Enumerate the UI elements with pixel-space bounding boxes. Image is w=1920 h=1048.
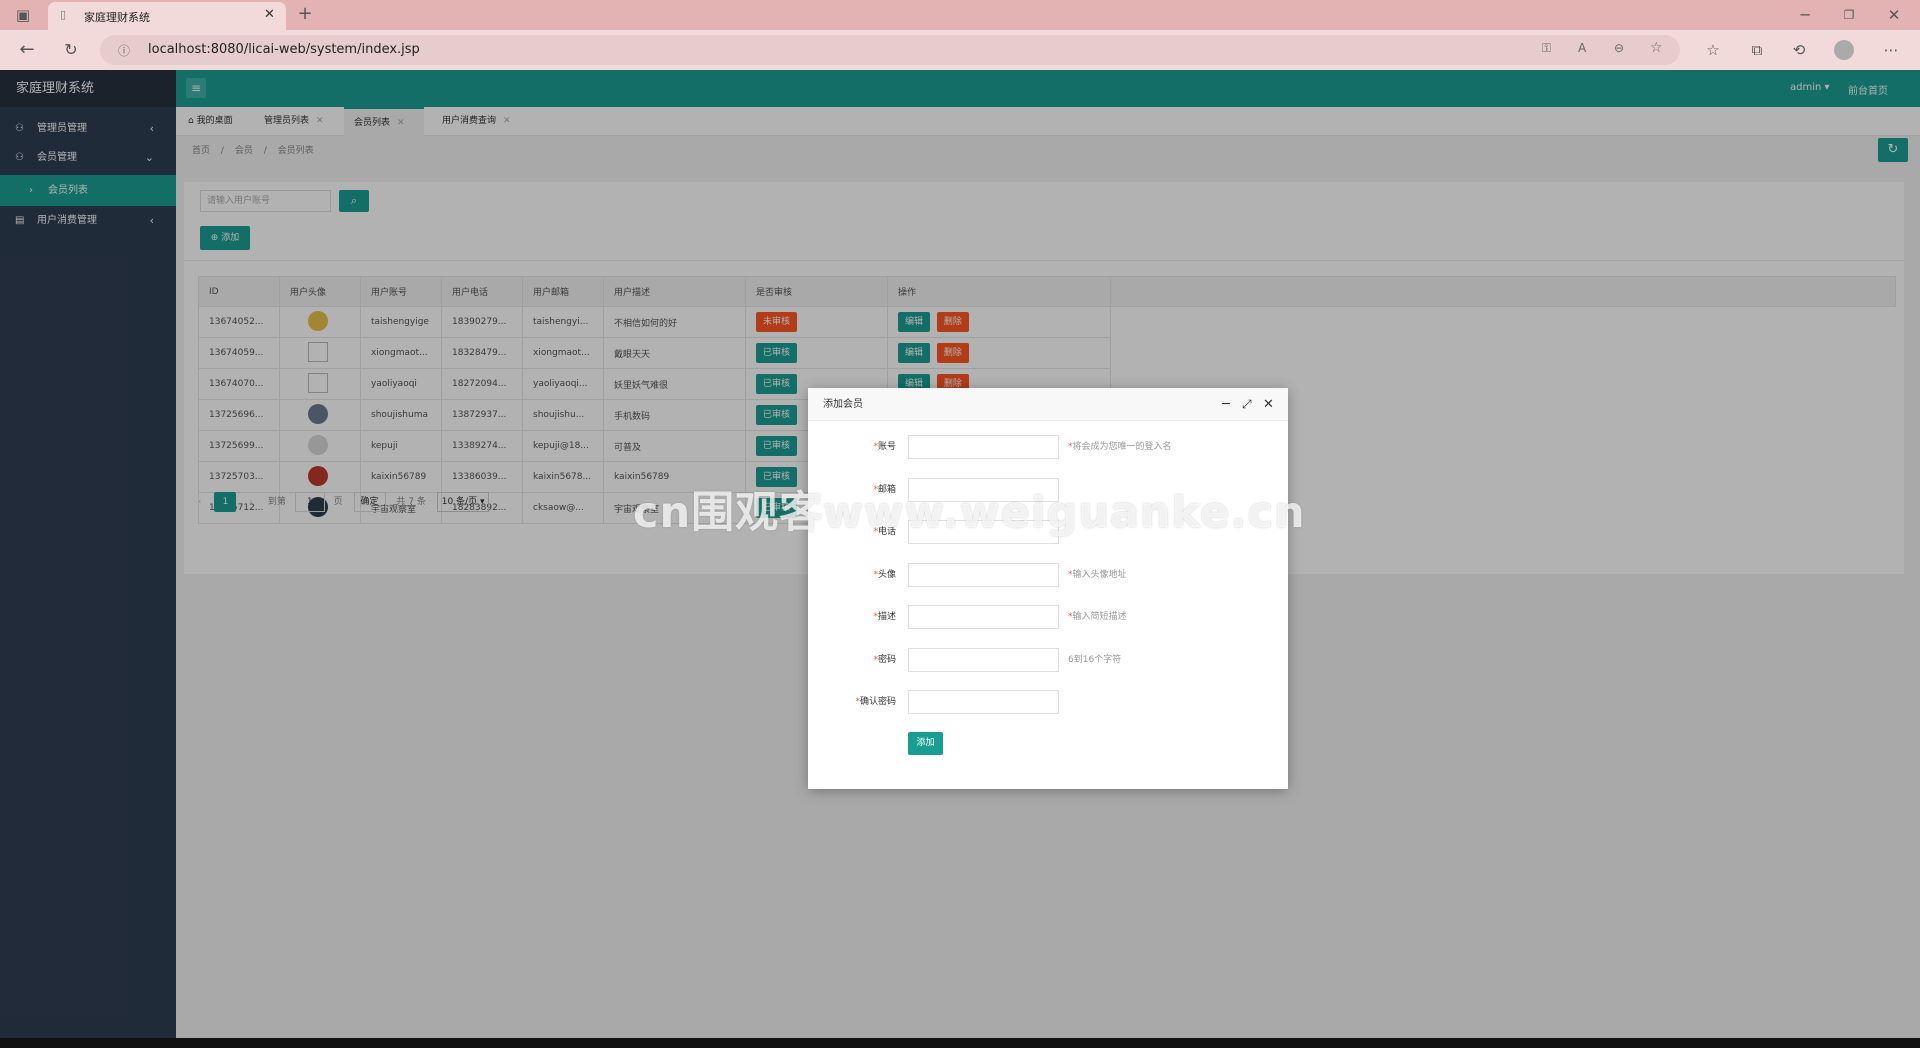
new-tab-icon[interactable]: + xyxy=(294,4,316,24)
field-hint: *将会成为您唯一的登入名 xyxy=(1068,435,1172,459)
field-hint: 6到16个字符 xyxy=(1068,648,1121,672)
field-label: *描述 xyxy=(873,605,896,629)
window-close-icon[interactable]: ✕ xyxy=(1883,5,1905,25)
field-hint-text: 将会成为您唯一的登入名 xyxy=(1072,442,1172,452)
back-icon[interactable]: ← xyxy=(16,40,38,60)
minimize-icon[interactable]: ─ xyxy=(1794,5,1816,25)
field-label-text: 确认密码 xyxy=(859,697,896,707)
favorites-icon[interactable]: ☆ xyxy=(1702,40,1724,60)
close-dialog-icon[interactable]: ✕ xyxy=(1263,398,1274,411)
refresh-icon[interactable]: ↻ xyxy=(60,40,82,60)
form-row: *账号 *将会成为您唯一的登入名 xyxy=(808,435,1288,459)
form-row: *密码 6到16个字符 xyxy=(808,647,1288,672)
field-label: *密码 xyxy=(873,648,896,672)
info-icon: ⓘ xyxy=(118,44,131,58)
field-label: *确认密码 xyxy=(855,690,896,714)
taskbar xyxy=(0,1038,1920,1048)
dialog-header: 添加会员 ─ ⤢ ✕ xyxy=(808,388,1288,421)
read-aloud-icon[interactable]: A xyxy=(1578,41,1586,55)
collections-icon[interactable]: ⧉ xyxy=(1746,40,1768,60)
zoom-out-icon[interactable]: ⊖ xyxy=(1614,41,1624,55)
more-icon[interactable]: ⋯ xyxy=(1880,40,1902,60)
field-label-text: 密码 xyxy=(877,654,896,665)
field-input[interactable] xyxy=(908,562,1059,587)
url-field[interactable]: ⓘ localhost:8080/licai-web/system/index.… xyxy=(100,35,1680,65)
form-row: *头像 *输入头像地址 xyxy=(808,562,1288,587)
history-icon[interactable]: ⟲ xyxy=(1788,40,1810,60)
field-hint-text: 输入头像地址 xyxy=(1072,569,1127,580)
add-member-dialog: 添加会员 ─ ⤢ ✕ *账号 *将会成为您唯一的登入名 *邮箱 *电话 *头像 … xyxy=(808,388,1288,789)
browser-tab-strip: ▣ ▯ 家庭理财系统 ✕ + ─ ❐ ✕ xyxy=(0,0,1920,30)
browser-tab[interactable]: ▯ 家庭理财系统 ✕ xyxy=(48,2,286,30)
watermark: cn围观客www.weiguanke.cn xyxy=(633,488,1306,538)
profile-avatar[interactable] xyxy=(1834,40,1854,60)
minimize-dialog-icon[interactable]: ─ xyxy=(1222,398,1230,411)
page-icon: ▯ xyxy=(60,8,67,21)
key-icon[interactable]: ⚿ xyxy=(1542,41,1551,56)
form-row: *描述 *输入简短描述 xyxy=(808,605,1288,629)
field-hint: *输入简短描述 xyxy=(1068,605,1127,629)
form-row: *确认密码 xyxy=(808,690,1288,714)
url-text: localhost:8080/licai-web/system/index.js… xyxy=(148,42,420,57)
field-label: *头像 xyxy=(873,563,896,587)
field-hint-text: 6到16个字符 xyxy=(1068,654,1122,665)
dialog-title: 添加会员 xyxy=(823,399,863,410)
address-bar-row: ← ↻ ⓘ localhost:8080/licai-web/system/in… xyxy=(0,30,1920,70)
field-hint-text: 输入简短描述 xyxy=(1072,612,1127,622)
submit-button[interactable]: 添加 xyxy=(908,732,943,755)
field-input[interactable] xyxy=(908,690,1059,714)
field-hint: *输入头像地址 xyxy=(1068,563,1127,587)
field-label: *账号 xyxy=(873,435,896,459)
field-input[interactable] xyxy=(908,605,1059,629)
field-label-text: 账号 xyxy=(877,442,896,452)
field-input[interactable] xyxy=(908,435,1059,459)
browser-tab-title: 家庭理财系统 xyxy=(84,11,150,24)
field-label-text: 描述 xyxy=(877,612,896,622)
add-favorite-icon[interactable]: ☆ xyxy=(1650,40,1663,56)
maximize-dialog-icon[interactable]: ⤢ xyxy=(1242,398,1252,411)
field-label-text: 头像 xyxy=(877,569,896,580)
restore-icon[interactable]: ❐ xyxy=(1838,5,1860,25)
tab-actions-icon[interactable]: ▣ xyxy=(12,5,34,25)
close-tab-icon[interactable]: ✕ xyxy=(264,7,275,22)
field-input[interactable] xyxy=(908,647,1059,672)
